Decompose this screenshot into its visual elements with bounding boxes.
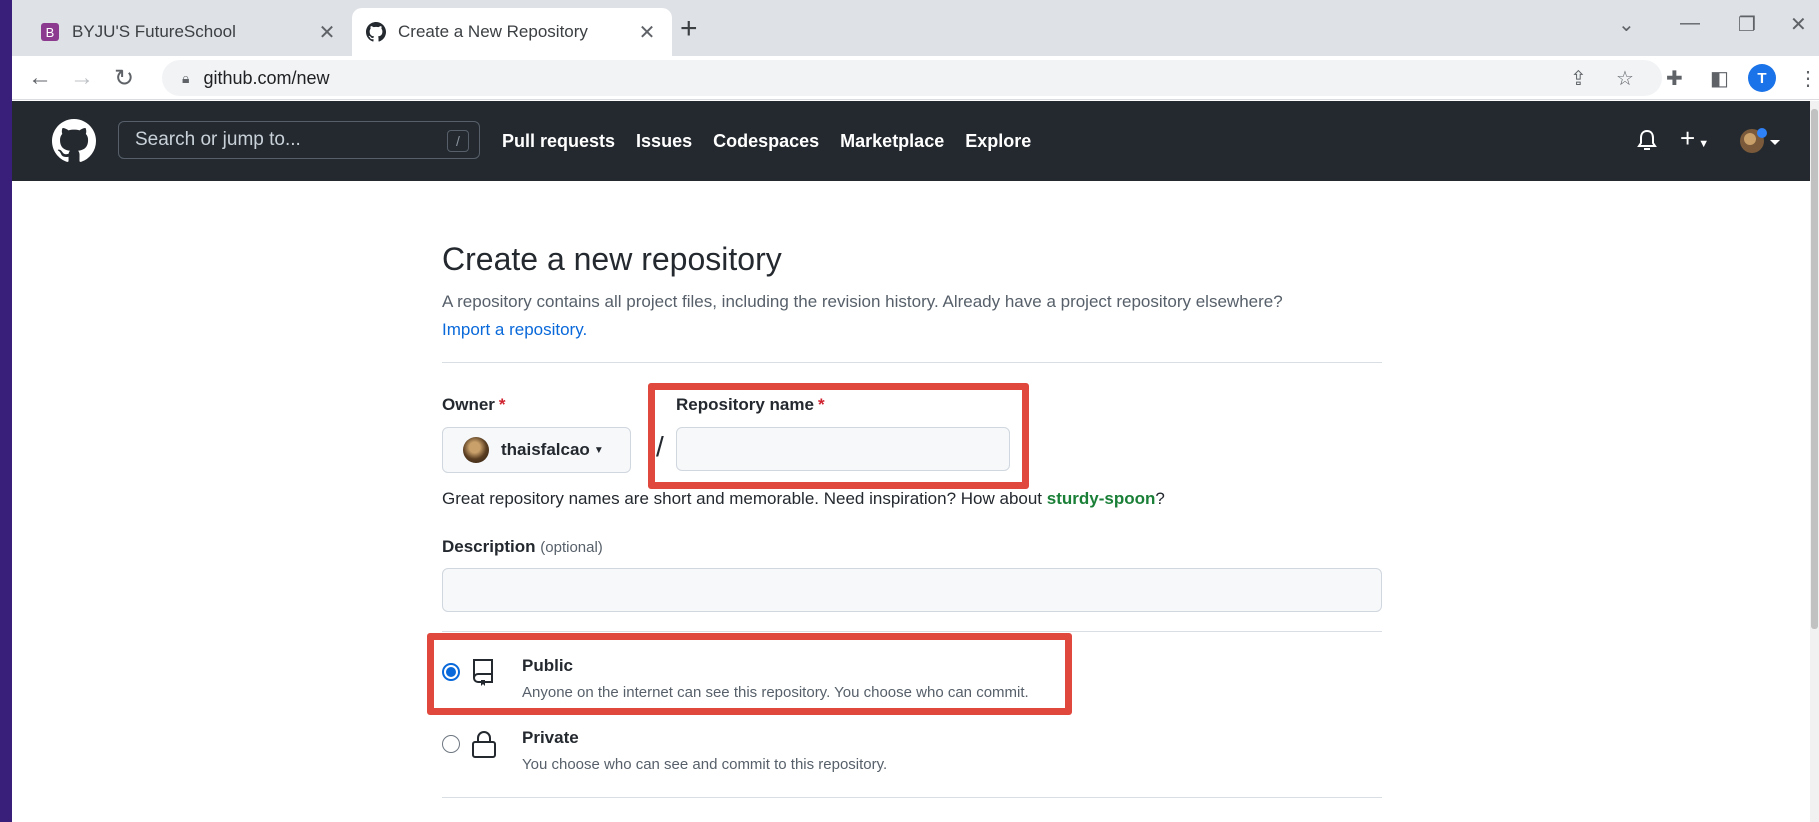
byjus-favicon-icon: B (41, 23, 59, 41)
bookmark-star-icon[interactable]: ☆ (1616, 66, 1634, 91)
owner-dropdown[interactable]: thaisfalcao ▼ (442, 427, 631, 473)
github-nav: Pull requests Issues Codespaces Marketpl… (502, 101, 1052, 181)
lock-icon: 🔒︎ (182, 69, 190, 86)
reload-icon[interactable]: ↻ (114, 64, 134, 93)
share-icon[interactable]: ⇪ (1570, 66, 1587, 91)
search-shortcut-badge: / (447, 130, 469, 152)
page-scrollbar[interactable] (1810, 101, 1819, 822)
divider (442, 631, 1382, 632)
nav-issues[interactable]: Issues (636, 131, 692, 152)
search-placeholder: Search or jump to... (135, 129, 301, 150)
create-new-plus-icon[interactable]: + ▼ (1680, 123, 1709, 154)
nav-marketplace[interactable]: Marketplace (840, 131, 944, 152)
nav-explore[interactable]: Explore (965, 131, 1031, 152)
side-panel-icon[interactable]: ◧ (1710, 66, 1729, 91)
tab-strip: B BYJU'S FutureSchool ✕ Create a New Rep… (12, 0, 1819, 56)
browser-window: B BYJU'S FutureSchool ✕ Create a New Rep… (12, 0, 1819, 822)
user-avatar-menu[interactable] (1738, 127, 1782, 161)
lock-icon (472, 731, 496, 758)
url-text: github.com/new (203, 67, 330, 88)
chevron-down-icon: ▼ (593, 444, 604, 456)
repo-name-hint: Great repository names are short and mem… (442, 489, 1165, 508)
import-repository-link[interactable]: Import a repository. (442, 320, 587, 339)
divider (442, 362, 1382, 363)
tab-close-icon[interactable]: ✕ (636, 20, 658, 45)
subtitle-text: A repository contains all project files,… (442, 292, 1283, 311)
tab-search-icon[interactable]: ⌄ (1618, 12, 1635, 37)
svg-text:B: B (46, 25, 55, 40)
description-input[interactable] (442, 568, 1382, 612)
restore-icon[interactable]: ❐ (1738, 12, 1756, 37)
address-bar[interactable]: 🔒︎ github.com/new (162, 60, 1662, 96)
private-radio[interactable] (442, 735, 460, 753)
github-favicon-icon (366, 22, 386, 42)
divider (442, 797, 1382, 798)
tab-title: Create a New Repository (398, 22, 588, 41)
menu-icon[interactable]: ⋮ (1798, 66, 1818, 91)
forward-icon[interactable]: → (70, 64, 94, 92)
owner-value: thaisfalcao (501, 440, 590, 459)
highlight-box-repository-name (648, 383, 1029, 489)
nav-codespaces[interactable]: Codespaces (713, 131, 819, 152)
browser-toolbar: ← → ↻ 🔒︎ github.com/new ⇪ ☆ ✚ ◧ T ⋮ (12, 56, 1819, 100)
private-description: You choose who can see and commit to thi… (522, 756, 888, 773)
tab-create-repository[interactable]: Create a New Repository ✕ (352, 8, 672, 56)
owner-avatar (463, 437, 489, 463)
github-header: Search or jump to... / Pull requests Iss… (12, 101, 1810, 181)
highlight-box-public (427, 633, 1072, 715)
back-icon[interactable]: ← (28, 64, 52, 92)
new-tab-icon[interactable]: + (680, 12, 698, 46)
page-title: Create a new repository (442, 241, 782, 277)
minimize-icon[interactable]: — (1680, 12, 1700, 35)
private-title: Private (522, 728, 579, 747)
scrollbar-thumb[interactable] (1811, 109, 1818, 629)
notifications-bell-icon[interactable] (1636, 129, 1658, 159)
github-logo-icon[interactable] (52, 119, 96, 163)
github-search-input[interactable]: Search or jump to... / (118, 121, 480, 159)
name-suggestion[interactable]: sturdy-spoon (1047, 489, 1156, 508)
page-subtitle: A repository contains all project files,… (442, 288, 1392, 344)
tab-title: BYJU'S FutureSchool (72, 22, 236, 41)
tab-byjus[interactable]: B BYJU'S FutureSchool ✕ (26, 8, 352, 56)
tab-close-icon[interactable]: ✕ (316, 20, 338, 45)
nav-pull-requests[interactable]: Pull requests (502, 131, 615, 152)
extensions-icon[interactable]: ✚ (1666, 66, 1683, 91)
owner-label: Owner * (442, 395, 506, 414)
profile-avatar[interactable]: T (1748, 64, 1776, 92)
window-close-icon[interactable]: ✕ (1790, 12, 1807, 37)
description-label: Description (optional) (442, 537, 603, 556)
